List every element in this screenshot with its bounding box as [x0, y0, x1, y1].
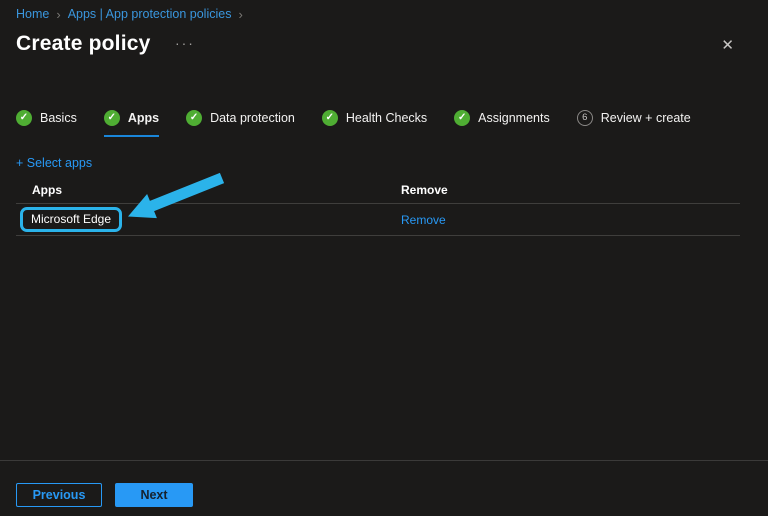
tab-label: Health Checks — [346, 111, 427, 125]
chevron-right-icon: › — [56, 8, 60, 21]
check-circle-icon: ✓ — [454, 110, 470, 126]
remove-link[interactable]: Remove — [401, 213, 446, 227]
column-header-apps: Apps — [16, 183, 385, 197]
breadcrumb-app-protection-policies-link[interactable]: Apps | App protection policies — [68, 7, 232, 21]
tab-label: Basics — [40, 111, 77, 125]
app-name-highlight: Microsoft Edge — [20, 207, 122, 232]
breadcrumb: Home › Apps | App protection policies › — [16, 7, 243, 21]
wizard-steps: ✓ Basics ✓ Apps ✓ Data protection ✓ Heal… — [16, 110, 752, 137]
close-icon[interactable]: ✕ — [717, 34, 738, 57]
tab-label: Data protection — [210, 111, 295, 125]
app-name-cell: Microsoft Edge — [16, 207, 385, 232]
tab-basics[interactable]: ✓ Basics — [16, 110, 77, 135]
column-header-remove: Remove — [385, 183, 740, 197]
check-circle-icon: ✓ — [322, 110, 338, 126]
create-policy-panel: Home › Apps | App protection policies › … — [0, 0, 768, 516]
table-header: Apps Remove — [16, 177, 740, 204]
tab-assignments[interactable]: ✓ Assignments — [454, 110, 550, 135]
more-options-icon[interactable]: ··· — [175, 35, 195, 51]
tab-label: Assignments — [478, 111, 550, 125]
next-button[interactable]: Next — [115, 483, 193, 507]
annotation-arrow-icon — [0, 0, 768, 516]
apps-table: Apps Remove Microsoft Edge Remove — [16, 177, 740, 236]
breadcrumb-home-link[interactable]: Home — [16, 7, 49, 21]
tab-review-create[interactable]: 6 Review + create — [577, 110, 691, 135]
chevron-right-icon: › — [238, 8, 242, 21]
previous-button[interactable]: Previous — [16, 483, 102, 507]
remove-cell: Remove — [385, 213, 740, 227]
footer-bar: Previous Next — [0, 460, 768, 516]
tab-data-protection[interactable]: ✓ Data protection — [186, 110, 295, 135]
check-circle-icon: ✓ — [104, 110, 120, 126]
select-apps-link[interactable]: + Select apps — [16, 156, 92, 170]
tab-health-checks[interactable]: ✓ Health Checks — [322, 110, 427, 135]
title-row: Create policy ··· ✕ — [16, 32, 752, 62]
step-number-icon: 6 — [577, 110, 593, 126]
check-circle-icon: ✓ — [16, 110, 32, 126]
tab-label: Apps — [128, 111, 159, 125]
tab-label: Review + create — [601, 111, 691, 125]
tab-apps[interactable]: ✓ Apps — [104, 110, 159, 137]
page-title: Create policy — [16, 32, 151, 56]
table-row: Microsoft Edge Remove — [16, 204, 740, 236]
check-circle-icon: ✓ — [186, 110, 202, 126]
